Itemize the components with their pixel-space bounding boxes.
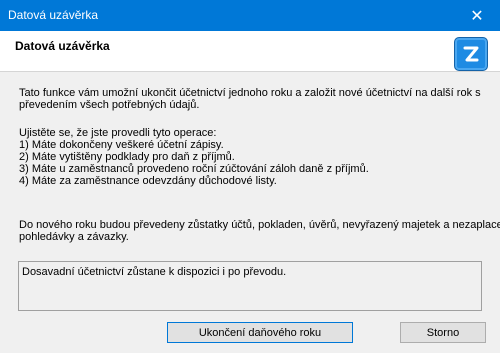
checklist-heading: Ujistěte se, že jste provedli tyto opera… [19, 127, 217, 139]
intro-line: převedením všech potřebných údajů. [19, 99, 200, 111]
intro-line: Tato funkce vám umožní ukončit účetnictv… [19, 87, 481, 99]
close-icon[interactable]: ✕ [454, 0, 500, 31]
dialog-content: Tato funkce vám umožní ukončit účetnictv… [0, 72, 500, 353]
checklist-item: 3) Máte u zaměstnanců provedeno roční zú… [19, 163, 369, 175]
checklist-item: 4) Máte za zaměstnance odevzdány důchodo… [19, 175, 277, 187]
info-text: Dosavadní účetnictví zůstane k dispozici… [22, 266, 287, 278]
checklist-item: 1) Máte dokončeny veškeré účetní zápisy. [19, 139, 224, 151]
app-logo-icon [454, 37, 488, 71]
dialog-header: Datová uzávěrka [0, 31, 500, 72]
title-bar: Datová uzávěrka ✕ [0, 0, 500, 31]
window-title: Datová uzávěrka [8, 8, 99, 22]
checklist-paragraph: Ujistěte se, že jste provedli tyto opera… [19, 127, 479, 187]
info-box: Dosavadní účetnictví zůstane k dispozici… [18, 261, 482, 311]
checklist-item: 2) Máte vytištěny podklady pro daň z pří… [19, 151, 235, 163]
cancel-button[interactable]: Storno [400, 322, 486, 343]
intro-paragraph: Tato funkce vám umožní ukončit účetnictv… [19, 87, 481, 111]
transfer-line: pohledávky a závazky. [19, 231, 129, 243]
transfer-paragraph: Do nového roku budou převedeny zůstatky … [19, 219, 500, 243]
end-tax-year-button[interactable]: Ukončení daňového roku [167, 322, 353, 343]
dialog-heading: Datová uzávěrka [15, 39, 110, 53]
transfer-line: Do nového roku budou převedeny zůstatky … [19, 219, 500, 231]
